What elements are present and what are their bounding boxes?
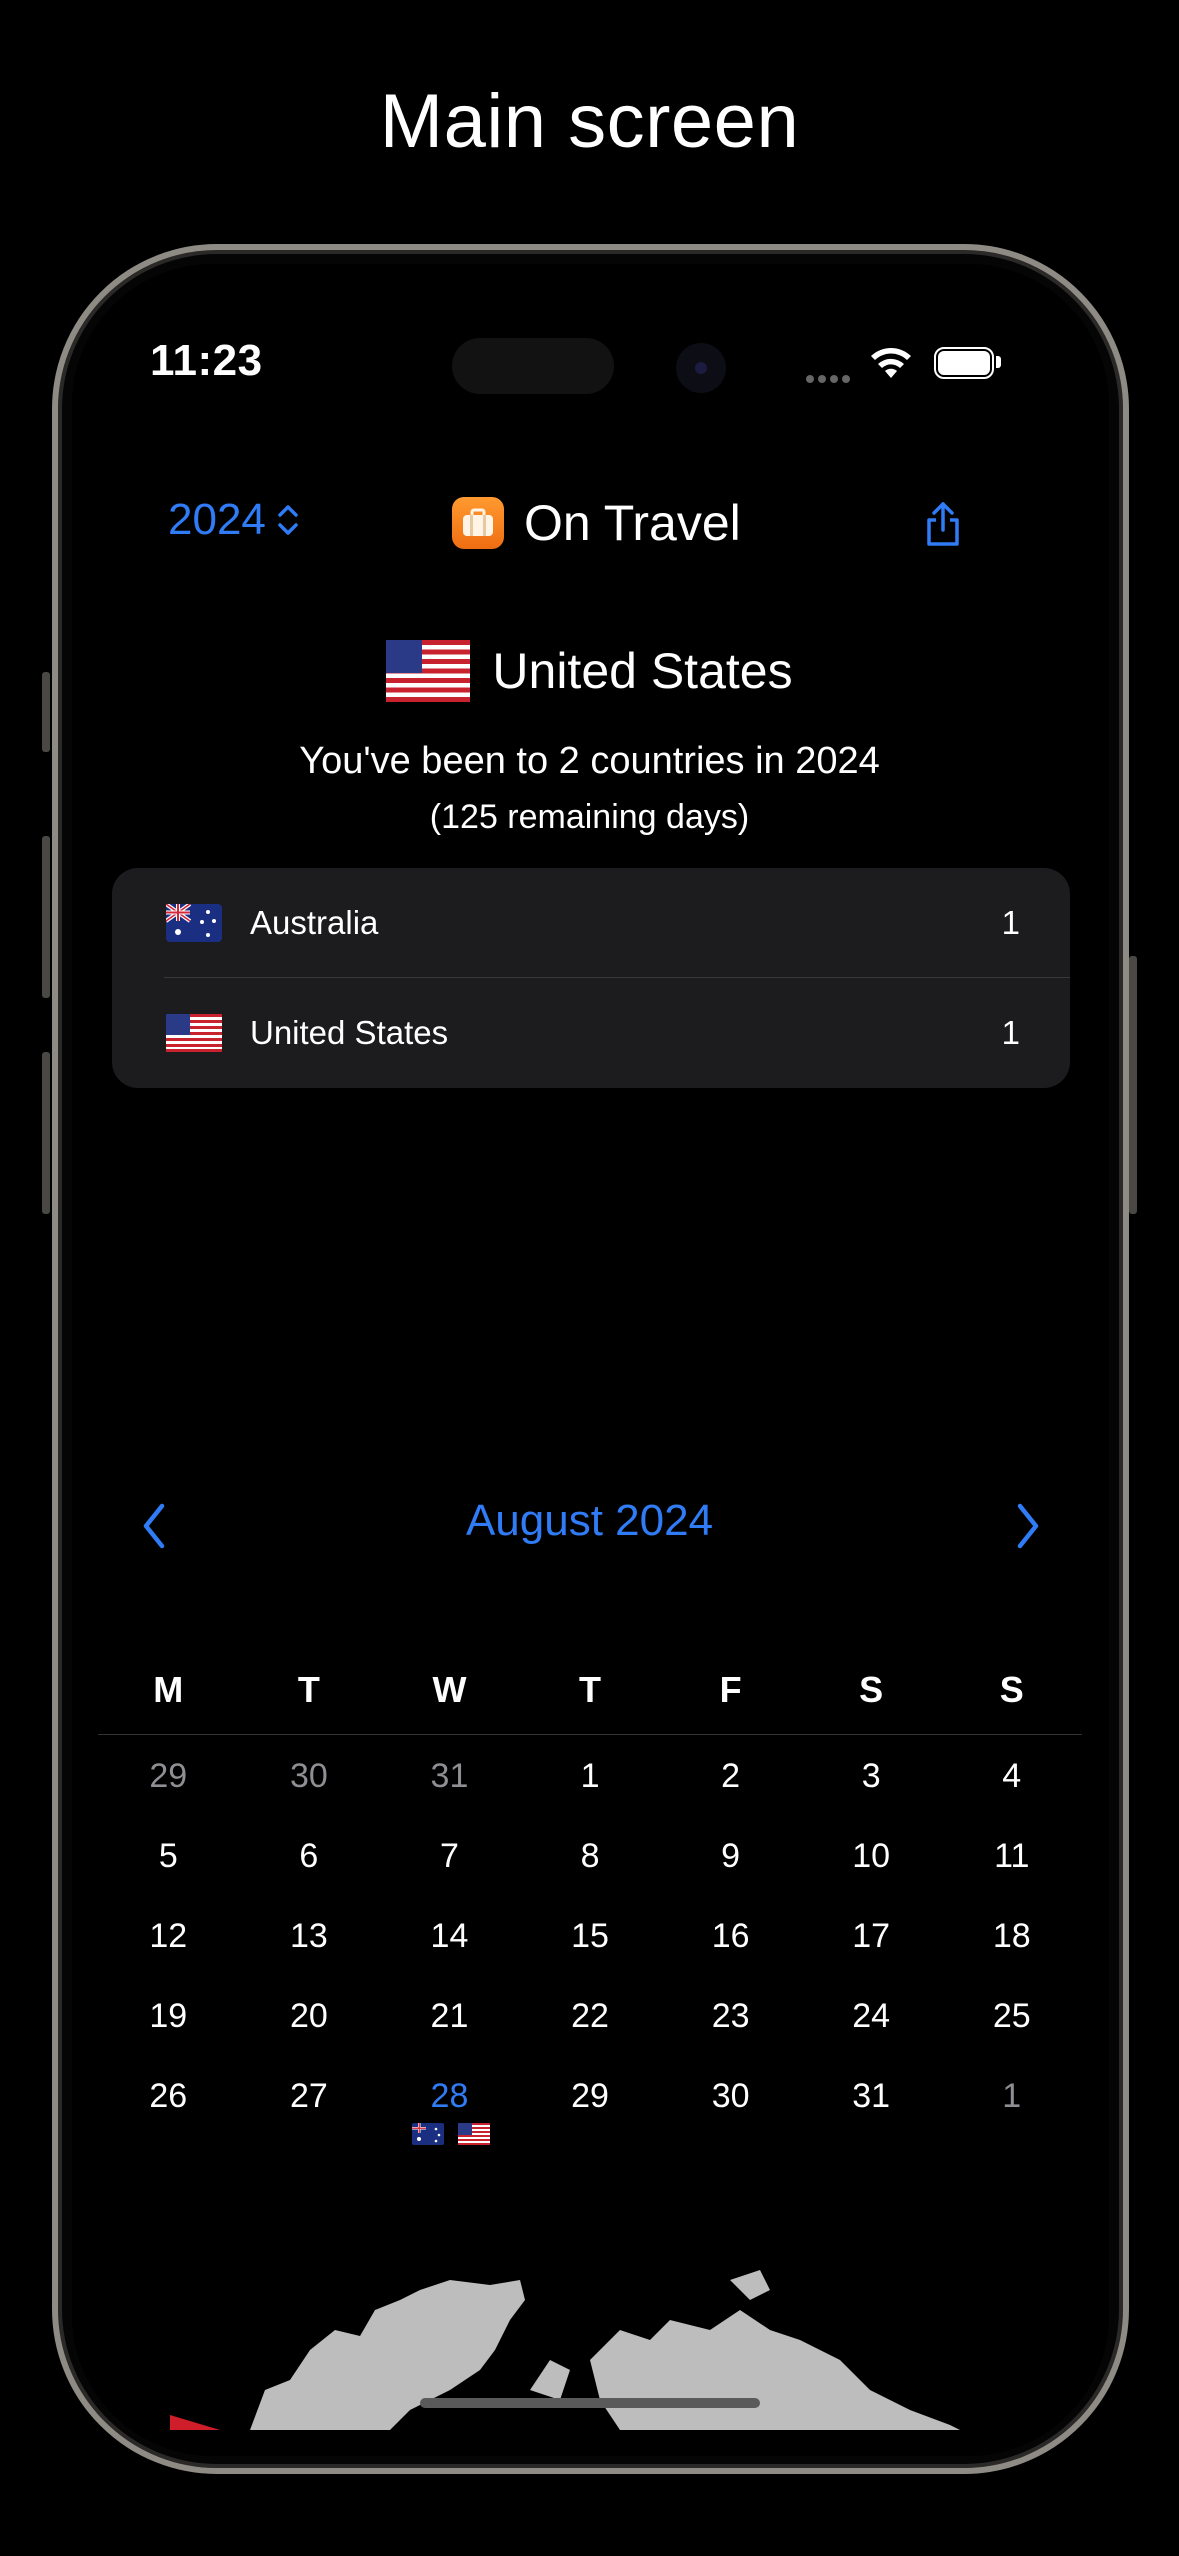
country-list: Australia 1 United States 1 [112,868,1070,1088]
weekday-label: T [297,1669,320,1710]
calendar-week: 26 27 28 29 30 31 1 [98,2061,1082,2145]
calendar-day[interactable]: 1 [941,2061,1082,2141]
volume-down-button [42,1052,50,1214]
calendar-day[interactable]: 20 [239,1981,380,2061]
calendar-day[interactable]: 15 [520,1901,661,1981]
battery-cap [996,356,1001,368]
app-title-text: On Travel [524,495,741,551]
weekday-label: S [999,1669,1024,1710]
day-country-flags [379,2123,522,2145]
calendar-day[interactable]: 29 [520,2061,661,2141]
us-flag-icon [166,1014,222,1052]
calendar-day[interactable]: 30 [239,1741,380,1821]
chevron-updown-icon [278,505,298,535]
calendar-day[interactable]: 29 [98,1741,239,1821]
calendar-day[interactable]: 13 [239,1901,380,1981]
calendar-day[interactable]: 24 [801,1981,942,2061]
current-country: United States [0,640,1179,702]
year-label: 2024 [168,495,266,544]
remaining-days: (125 remaining days) [429,798,750,836]
calendar-day[interactable]: 17 [801,1901,942,1981]
calendar-day[interactable]: 9 [660,1821,801,1901]
dynamic-island [452,338,614,394]
calendar-day[interactable]: 27 [239,2061,380,2141]
calendar-day[interactable]: 31 [379,1741,520,1821]
app-title: On Travel [452,494,741,552]
calendar-day[interactable]: 5 [98,1821,239,1901]
weekday-header: M T W T F S S [98,1660,1082,1720]
calendar-day[interactable]: 30 [660,2061,801,2141]
calendar-day[interactable]: 19 [98,1981,239,2061]
weekday-label: M [153,1669,184,1710]
calendar-day[interactable]: 12 [98,1901,239,1981]
weekday-label: W [432,1669,467,1710]
calendar-day[interactable]: 16 [660,1901,801,1981]
calendar-week: 12 13 14 15 16 17 18 [98,1901,1082,1981]
wifi-icon [871,348,911,378]
calendar: M T W T F S S 29 30 31 1 2 3 4 5 6 7 8 9… [98,1660,1082,2145]
calendar-day[interactable]: 18 [941,1901,1082,1981]
calendar-day[interactable]: 8 [520,1821,661,1901]
calendar-day-number: 28 [430,2077,469,2115]
calendar-day[interactable]: 3 [801,1741,942,1821]
calendar-day-selected[interactable]: 28 [379,2061,520,2145]
calendar-day[interactable]: 14 [379,1901,520,1981]
us-flag-icon [457,2123,490,2145]
calendar-day[interactable]: 11 [941,1821,1082,1901]
front-camera [676,343,726,393]
year-picker[interactable]: 2024 [168,495,300,545]
volume-up-button [42,836,50,998]
calendar-day[interactable]: 26 [98,2061,239,2141]
share-icon[interactable] [922,500,964,548]
australia-flag-icon [411,2123,444,2145]
weekday-label: S [859,1669,884,1710]
battery-icon [934,347,994,379]
calendar-day[interactable]: 2 [660,1741,801,1821]
power-button [1129,956,1137,1214]
country-name: United States [250,1014,449,1051]
country-name: Australia [250,904,379,941]
list-item[interactable]: United States 1 [112,978,1070,1088]
australia-flag-icon [166,904,222,942]
list-item[interactable]: Australia 1 [112,868,1070,978]
calendar-day[interactable]: 1 [520,1741,661,1821]
weekday-label: F [719,1669,742,1710]
current-country-name: United States [492,643,793,699]
chevron-right-icon[interactable] [1014,1502,1042,1550]
calendar-divider [98,1734,1082,1735]
calendar-day[interactable]: 4 [941,1741,1082,1821]
calendar-day[interactable]: 25 [941,1981,1082,2061]
month-title[interactable]: August 2024 [0,1496,1179,1546]
calendar-day[interactable]: 10 [801,1821,942,1901]
home-indicator[interactable] [420,2398,760,2408]
summary-text: You've been to 2 countries in 2024 [299,740,880,782]
country-count: 1 [1001,904,1020,941]
calendar-week: 29 30 31 1 2 3 4 [98,1741,1082,1821]
calendar-week: 5 6 7 8 9 10 11 [98,1821,1082,1901]
calendar-day[interactable]: 22 [520,1981,661,2061]
calendar-week: 19 20 21 22 23 24 25 [98,1981,1082,2061]
weekday-label: T [579,1669,602,1710]
month-navigation: August 2024 [0,1496,1179,1556]
calendar-day[interactable]: 23 [660,1981,801,2061]
signal-icon [806,370,854,388]
status-time: 11:23 [150,336,263,385]
country-count: 1 [1001,1014,1020,1051]
calendar-day[interactable]: 7 [379,1821,520,1901]
page-headline: Main screen [379,79,800,164]
us-flag-icon [386,640,471,702]
calendar-day[interactable]: 31 [801,2061,942,2141]
suitcase-app-icon [452,497,504,549]
calendar-day[interactable]: 21 [379,1981,520,2061]
calendar-day[interactable]: 6 [239,1821,380,1901]
